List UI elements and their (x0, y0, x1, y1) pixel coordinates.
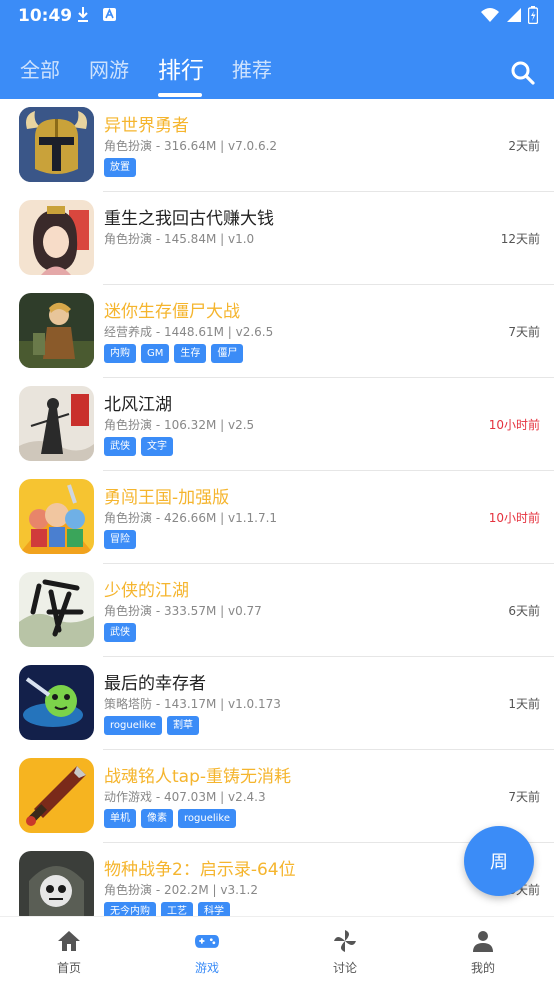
status-bar: 10:49 (0, 0, 554, 32)
game-tag: 单机 (104, 809, 136, 828)
app-notification-icon (103, 8, 116, 21)
nav-home[interactable]: 首页 (0, 917, 138, 984)
game-tags: 放置 (104, 158, 136, 177)
nav-label: 首页 (56, 961, 81, 975)
update-time: 12天前 (500, 232, 540, 246)
ancient-lady-icon (19, 200, 94, 275)
game-tag: 武侠 (104, 437, 136, 456)
game-meta: 策略塔防 - 143.17M | v1.0.173 (104, 697, 281, 711)
update-time: 6天前 (508, 604, 540, 618)
tab-online[interactable]: 网游 (89, 54, 129, 83)
game-tag: 僵尸 (211, 344, 244, 363)
game-meta: 角色扮演 - 316.64M | v7.0.6.2 (104, 139, 278, 153)
update-time: 2天前 (508, 139, 540, 153)
nav-discussion[interactable]: 讨论 (276, 917, 414, 984)
game-tag: roguelike (178, 809, 236, 828)
nav-games[interactable]: 游戏 (138, 917, 276, 984)
game-tag: 割草 (167, 716, 199, 735)
game-title[interactable]: 异世界勇者 (104, 111, 189, 136)
game-row[interactable]: 重生之我回古代赚大钱 角色扮演 - 145.84M | v1.0 12天前 (0, 192, 554, 285)
calligraphy-xia-icon (19, 572, 94, 647)
battery-icon (528, 6, 538, 24)
game-tags: roguelike 割草 (104, 716, 199, 735)
game-title[interactable]: 战魂铭人tap-重铸无消耗 (104, 762, 291, 787)
game-meta: 角色扮演 - 106.32M | v2.5 (104, 418, 255, 432)
game-tag: GM (141, 344, 170, 363)
game-row[interactable]: 迷你生存僵尸大战 经营养成 - 1448.61M | v2.6.5 内购 GM … (0, 285, 554, 378)
game-tag: 文字 (141, 437, 173, 456)
survivor-icon (19, 293, 94, 368)
bottom-nav: 首页 游戏 讨论 我的 (0, 916, 554, 984)
app-header: 10:49 全部 网游 排行 推荐 (0, 0, 554, 99)
knight-helmet-icon (19, 107, 94, 182)
game-tag: 工艺 (161, 902, 193, 916)
update-time: 10小时前 (488, 511, 540, 525)
download-icon (78, 7, 88, 22)
game-tags: 单机 像素 roguelike (104, 809, 236, 828)
game-list: 异世界勇者 角色扮演 - 316.64M | v7.0.6.2 放置 2天前 重… (0, 99, 554, 916)
tab-all[interactable]: 全部 (20, 54, 60, 83)
game-tag: 放置 (104, 158, 136, 177)
game-meta: 角色扮演 - 426.66M | v1.1.7.1 (104, 511, 278, 525)
pinwheel-icon (334, 930, 356, 952)
category-tabs: 全部 网游 排行 推荐 (0, 54, 554, 99)
active-tab-indicator (158, 93, 202, 97)
game-title[interactable]: 北风江湖 (104, 390, 172, 415)
nav-label: 讨论 (332, 961, 357, 975)
gamepad-icon (195, 935, 219, 948)
game-title[interactable]: 物种战争2：启示录-64位 (104, 855, 296, 880)
signal-icon (507, 8, 521, 22)
nav-profile[interactable]: 我的 (414, 917, 552, 984)
game-tags: 内购 GM 生存 僵尸 (104, 344, 244, 363)
green-blob-icon (19, 665, 94, 740)
game-tag: 生存 (174, 344, 207, 363)
game-title[interactable]: 少侠的江湖 (104, 576, 189, 601)
game-row[interactable]: 少侠的江湖 角色扮演 - 333.57M | v0.77 武侠 6天前 (0, 564, 554, 657)
game-meta: 经营养成 - 1448.61M | v2.6.5 (104, 325, 274, 339)
game-tags: 无今内购 工艺 科学 (104, 902, 230, 916)
nav-label: 我的 (470, 961, 495, 975)
update-time: 1天前 (508, 697, 540, 711)
game-title[interactable]: 迷你生存僵尸大战 (104, 297, 240, 322)
nav-label: 游戏 (194, 961, 219, 975)
game-tag: 内购 (104, 344, 136, 363)
wifi-icon (481, 8, 499, 22)
home-icon (58, 931, 80, 951)
update-time: 10小时前 (488, 418, 540, 432)
pixel-sword-icon (19, 758, 94, 833)
game-row[interactable]: 异世界勇者 角色扮演 - 316.64M | v7.0.6.2 放置 2天前 (0, 99, 554, 192)
game-tags: 武侠 文字 (104, 437, 173, 456)
game-meta: 角色扮演 - 145.84M | v1.0 (104, 232, 255, 246)
swordsman-ink-icon (19, 386, 94, 461)
user-icon (473, 931, 493, 952)
game-meta: 角色扮演 - 202.2M | v3.1.2 (104, 883, 258, 897)
tab-recommend[interactable]: 推荐 (232, 54, 272, 83)
game-tag: roguelike (104, 716, 162, 735)
search-icon[interactable] (510, 60, 536, 86)
game-tag: 科学 (198, 902, 230, 916)
game-title[interactable]: 勇闯王国-加强版 (104, 483, 229, 508)
game-title[interactable]: 最后的幸存者 (104, 669, 206, 694)
game-tags: 武侠 (104, 623, 136, 642)
game-tags: 冒险 (104, 530, 136, 549)
game-title[interactable]: 重生之我回古代赚大钱 (104, 204, 274, 229)
heroes-party-icon (19, 479, 94, 554)
tab-ranking[interactable]: 排行 (158, 51, 204, 85)
game-row[interactable]: 战魂铭人tap-重铸无消耗 动作游戏 - 407.03M | v2.4.3 单机… (0, 750, 554, 843)
skull-soldier-icon (19, 851, 94, 916)
status-time: 10:49 (18, 6, 73, 26)
game-tag: 冒险 (104, 530, 136, 549)
update-time: 7天前 (508, 790, 540, 804)
game-meta: 角色扮演 - 333.57M | v0.77 (104, 604, 262, 618)
game-row[interactable]: 北风江湖 角色扮演 - 106.32M | v2.5 武侠 文字 10小时前 (0, 378, 554, 471)
update-time: 7天前 (508, 325, 540, 339)
weekly-fab-button[interactable]: 周 (464, 826, 534, 896)
game-tag: 像素 (141, 809, 173, 828)
game-tag: 无今内购 (104, 902, 156, 916)
game-row[interactable]: 最后的幸存者 策略塔防 - 143.17M | v1.0.173 rogueli… (0, 657, 554, 750)
game-meta: 动作游戏 - 407.03M | v2.4.3 (104, 790, 266, 804)
game-row[interactable]: 勇闯王国-加强版 角色扮演 - 426.66M | v1.1.7.1 冒险 10… (0, 471, 554, 564)
game-tag: 武侠 (104, 623, 136, 642)
